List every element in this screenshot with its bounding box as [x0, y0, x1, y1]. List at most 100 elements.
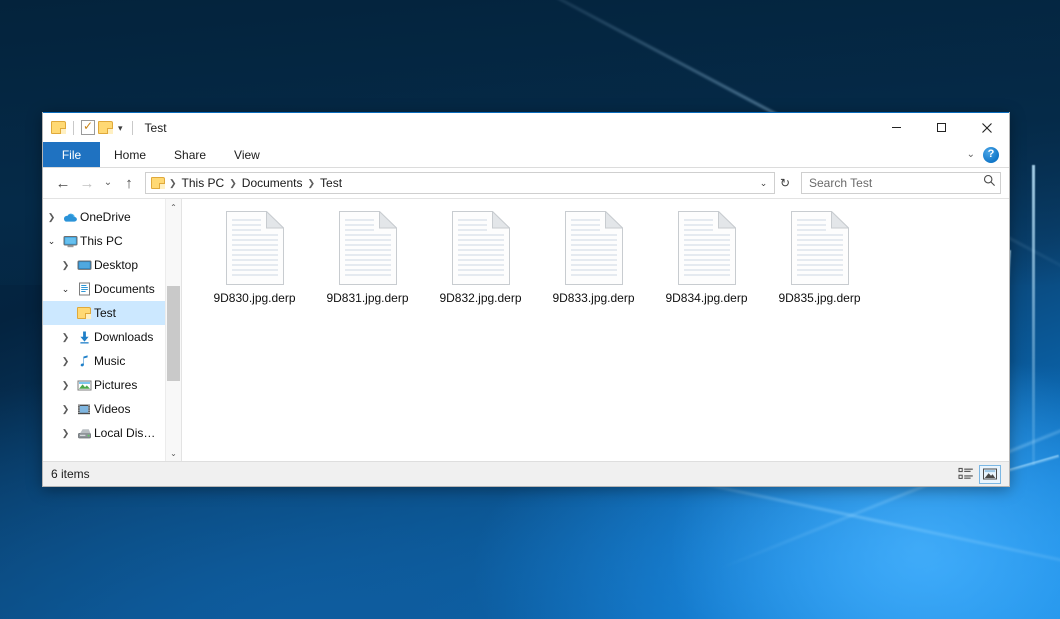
music-icon — [74, 354, 94, 368]
file-name: 9D835.jpg.derp — [776, 291, 862, 305]
chevron-down-icon[interactable]: ⌄ — [967, 149, 975, 160]
address-dropdown-icon[interactable]: ⌄ — [755, 173, 772, 193]
address-toolbar: ← → ⌄ ↑ ❯ This PC ❯ Documents ❯ Test ⌄ ↻ — [43, 168, 1009, 198]
window-titlebar[interactable]: ▾ Test — [43, 112, 1009, 142]
sidebar-item-label: OneDrive — [80, 210, 131, 224]
new-folder-icon[interactable] — [98, 121, 113, 134]
folder-icon[interactable] — [51, 121, 66, 134]
generic-file-icon — [791, 211, 849, 285]
sidebar-item-documents[interactable]: ⌄ Documents — [43, 277, 165, 301]
toolbar-divider — [73, 121, 74, 135]
download-icon — [74, 330, 94, 344]
help-icon[interactable]: ? — [983, 147, 999, 163]
sidebar-item-label: This PC — [80, 234, 123, 248]
address-breadcrumb-bar[interactable]: ❯ This PC ❯ Documents ❯ Test ⌄ — [145, 172, 775, 194]
tab-share[interactable]: Share — [160, 142, 220, 167]
sidebar-item-videos[interactable]: ❯ Videos — [43, 397, 165, 421]
chevron-right-icon[interactable]: ❯ — [57, 381, 74, 390]
scroll-down-icon[interactable]: ⌄ — [166, 445, 181, 461]
file-name: 9D832.jpg.derp — [437, 291, 523, 305]
breadcrumb: ❯ This PC ❯ Documents ❯ Test — [150, 176, 755, 190]
scrollbar-thumb[interactable] — [167, 286, 180, 380]
file-name: 9D834.jpg.derp — [663, 291, 749, 305]
file-item[interactable]: 9D835.jpg.derp — [763, 209, 876, 327]
close-icon[interactable] — [964, 113, 1009, 143]
chevron-right-icon[interactable]: ❯ — [43, 213, 60, 222]
up-button[interactable]: ↑ — [117, 171, 141, 195]
file-item[interactable]: 9D833.jpg.derp — [537, 209, 650, 327]
chevron-right-icon[interactable]: ❯ — [57, 261, 74, 270]
breadcrumb-this-pc[interactable]: This PC — [178, 176, 229, 190]
file-grid: 9D830.jpg.derp — [182, 199, 1009, 327]
sidebar-item-label: Pictures — [94, 378, 137, 392]
video-icon — [74, 403, 94, 416]
minimize-icon[interactable] — [874, 113, 919, 143]
file-item[interactable]: 9D832.jpg.derp — [424, 209, 537, 327]
quick-access-toolbar: ▾ — [43, 120, 137, 135]
file-list-view[interactable]: 9D830.jpg.derp — [182, 199, 1009, 461]
back-button[interactable]: ← — [51, 171, 75, 195]
sidebar-item-local-disk-c[interactable]: ❯ Local Disk (C:) — [43, 421, 165, 445]
folder-icon[interactable] — [150, 177, 168, 189]
sidebar-item-label: Videos — [94, 402, 130, 416]
drive-icon — [74, 427, 94, 440]
chevron-right-icon[interactable]: ❯ — [57, 333, 74, 342]
search-box[interactable] — [801, 172, 1001, 194]
search-input[interactable] — [809, 176, 983, 190]
details-view-button[interactable] — [955, 465, 977, 484]
item-count-label: 6 items — [51, 467, 90, 481]
search-icon[interactable] — [983, 174, 996, 192]
maximize-icon[interactable] — [919, 113, 964, 143]
sidebar-item-label: Local Disk (C:) — [94, 426, 161, 440]
properties-icon[interactable] — [81, 120, 95, 135]
cloud-icon — [60, 211, 80, 224]
sidebar-item-onedrive[interactable]: ❯ OneDrive — [43, 205, 165, 229]
sidebar-item-label: Test — [94, 306, 116, 320]
navigation-tree: ❯ OneDrive ⌄ This PC ❯ — [43, 199, 165, 461]
folder-icon — [74, 307, 94, 319]
file-item[interactable]: 9D834.jpg.derp — [650, 209, 763, 327]
generic-file-icon — [565, 211, 623, 285]
sidebar-item-desktop[interactable]: ❯ Desktop — [43, 253, 165, 277]
file-name: 9D833.jpg.derp — [550, 291, 636, 305]
tab-home[interactable]: Home — [100, 142, 160, 167]
forward-button[interactable]: → — [75, 171, 99, 195]
breadcrumb-documents[interactable]: Documents — [238, 176, 307, 190]
picture-icon — [74, 379, 94, 392]
sidebar-item-test[interactable]: Test — [43, 301, 165, 325]
monitor-icon — [60, 235, 80, 248]
status-bar: 6 items — [43, 461, 1009, 486]
refresh-icon[interactable]: ↻ — [775, 173, 795, 193]
file-explorer-window: ▾ Test File Home Share View ⌄ ? ← → — [42, 112, 1010, 487]
chevron-down-icon[interactable]: ⌄ — [57, 285, 74, 294]
sidebar-item-music[interactable]: ❯ Music — [43, 349, 165, 373]
chevron-right-icon[interactable]: ❯ — [57, 429, 74, 438]
sidebar-item-label: Downloads — [94, 330, 153, 344]
sidebar-item-downloads[interactable]: ❯ Downloads — [43, 325, 165, 349]
sidebar-item-pictures[interactable]: ❯ Pictures — [43, 373, 165, 397]
tab-view[interactable]: View — [220, 142, 274, 167]
file-item[interactable]: 9D831.jpg.derp — [311, 209, 424, 327]
document-icon — [74, 282, 94, 296]
toolbar-divider — [132, 121, 133, 135]
file-name: 9D830.jpg.derp — [211, 291, 297, 305]
chevron-right-icon[interactable]: ❯ — [57, 405, 74, 414]
breadcrumb-test[interactable]: Test — [316, 176, 346, 190]
chevron-right-icon[interactable]: ❯ — [57, 357, 74, 366]
scrollbar-track[interactable] — [166, 215, 181, 445]
large-icons-view-button[interactable] — [979, 465, 1001, 484]
chevron-down-icon[interactable]: ⌄ — [43, 237, 60, 246]
tab-file[interactable]: File — [43, 142, 100, 167]
sidebar-item-label: Documents — [94, 282, 155, 296]
generic-file-icon — [678, 211, 736, 285]
sidebar-item-this-pc[interactable]: ⌄ This PC — [43, 229, 165, 253]
window-controls — [874, 113, 1009, 143]
chevron-down-icon[interactable]: ▾ — [118, 124, 123, 133]
scroll-up-icon[interactable]: ⌃ — [166, 199, 181, 215]
file-item[interactable]: 9D830.jpg.derp — [198, 209, 311, 327]
navigation-pane-scrollbar[interactable]: ⌃ ⌄ — [165, 199, 181, 461]
ribbon-actions: ⌄ ? — [967, 142, 1009, 167]
navigation-pane: ❯ OneDrive ⌄ This PC ❯ — [43, 199, 182, 461]
recent-locations-button[interactable]: ⌄ — [99, 171, 117, 195]
sidebar-item-label: Desktop — [94, 258, 138, 272]
